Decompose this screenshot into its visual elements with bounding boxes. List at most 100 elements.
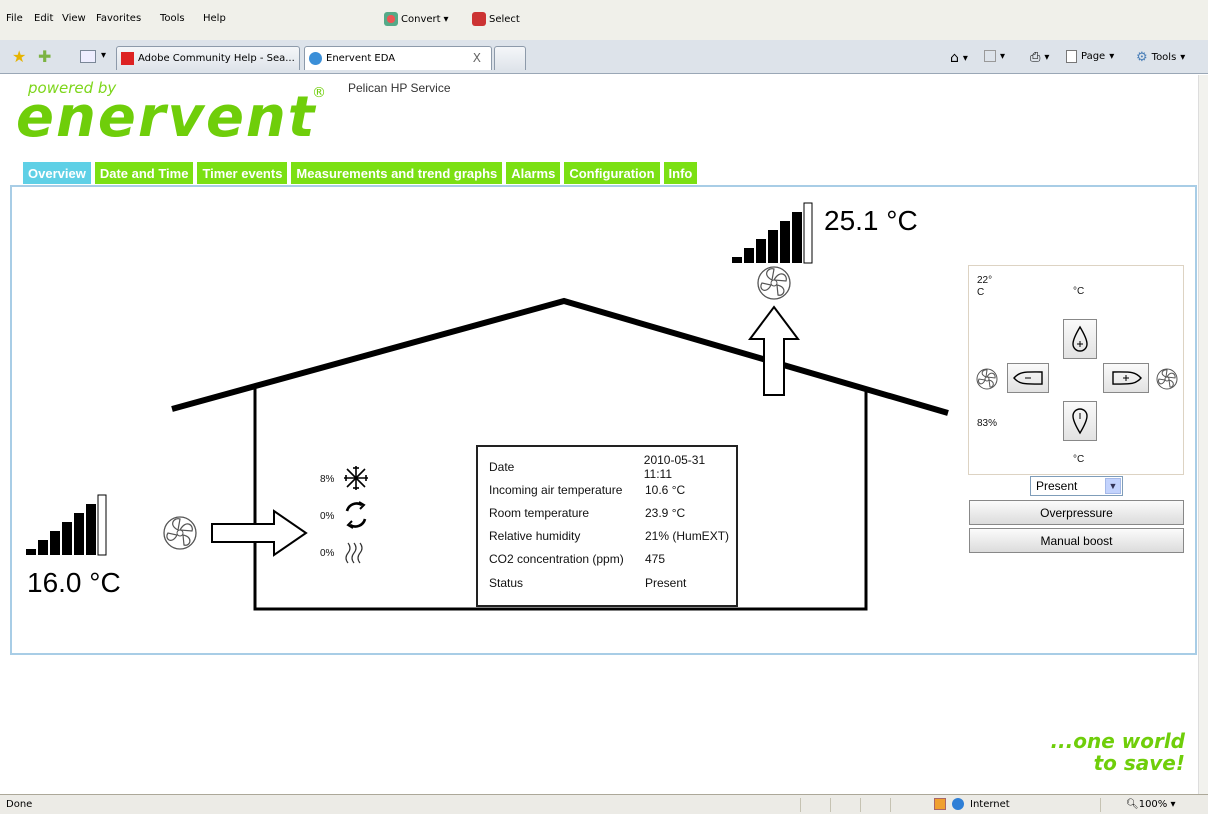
control-panel: 22° C °C °C 83%: [968, 265, 1184, 475]
zoom-value: 100%: [1138, 799, 1168, 810]
fan-level-bar-empty: [803, 202, 813, 264]
exhaust-temperature: 25.1 °C: [824, 205, 918, 236]
fan-level-bar-filled: [86, 504, 96, 555]
new-tab-button[interactable]: [494, 46, 526, 70]
favorites-star-icon[interactable]: ★: [12, 47, 26, 66]
tab-list-icon[interactable]: ▾: [101, 50, 106, 61]
menu-favorites[interactable]: Favorites: [96, 13, 141, 24]
cooling-percentage: 8%: [320, 474, 335, 485]
zoom-level[interactable]: 🔍︎100% ▾: [1126, 799, 1176, 810]
heat-recovery-icon: [345, 501, 367, 529]
tab-measurements[interactable]: Measurements and trend graphs: [291, 162, 503, 184]
convert-button[interactable]: Convert ▾: [384, 10, 449, 28]
chevron-down-icon[interactable]: ▼: [1105, 478, 1121, 494]
fan-level-bar-filled: [62, 522, 72, 555]
fan-low-icon: [976, 368, 998, 390]
browser-menubar: File Edit View Favorites Tools Help Conv…: [0, 0, 1208, 40]
zone-label: Internet: [970, 799, 1010, 810]
info-label: Status: [489, 575, 524, 590]
slogan-line1: ...one world: [1050, 729, 1185, 753]
cooling-snowflake-icon: [344, 466, 368, 490]
convert-label: Convert: [401, 13, 441, 25]
info-label: CO2 concentration (ppm): [489, 552, 624, 567]
web-page: powered by enervent ® Pelican HP Service…: [0, 75, 1198, 794]
temperature-up-button[interactable]: [1063, 319, 1097, 359]
tab-overview[interactable]: Overview: [23, 162, 91, 184]
info-label: Incoming air temperature: [489, 482, 623, 497]
menu-view[interactable]: View: [62, 13, 86, 24]
fan-level-bar-filled: [74, 513, 84, 555]
fan-speed-down-button[interactable]: [1007, 363, 1049, 393]
temperature-unit-bottom: °C: [1073, 454, 1085, 465]
app-navigation: Overview Date and Time Timer events Meas…: [23, 162, 698, 184]
vertical-scrollbar[interactable]: [1198, 75, 1208, 794]
temperature-down-button[interactable]: [1063, 401, 1097, 441]
mode-select[interactable]: Present ▼: [1030, 476, 1123, 496]
info-row-status: Status Present: [489, 571, 736, 594]
info-row-co2: CO2 concentration (ppm) 475: [489, 548, 736, 571]
page-menu-button[interactable]: Page ▾: [1066, 50, 1114, 63]
quick-tabs-icon[interactable]: [80, 50, 96, 63]
manual-boost-button[interactable]: Manual boost: [969, 528, 1184, 553]
menu-tools[interactable]: Tools: [160, 13, 185, 24]
setpoint-unit: C: [977, 287, 985, 298]
tab-date-and-time[interactable]: Date and Time: [94, 162, 194, 184]
heating-percentage: 0%: [320, 548, 335, 559]
dropdown-arrow-icon: ▾: [962, 52, 968, 64]
info-value: 23.9 °C: [645, 505, 686, 520]
print-button[interactable]: ⎙ ▾: [1030, 50, 1049, 65]
drop-plus-icon: [1072, 325, 1088, 352]
supply-fan-icon: [163, 516, 197, 550]
temperature-unit-top: °C: [1073, 286, 1085, 297]
info-row-humidity: Relative humidity 21% (HumEXT): [489, 525, 736, 548]
security-icon[interactable]: [934, 798, 946, 810]
fan-level-bar-filled: [50, 531, 60, 555]
menu-edit[interactable]: Edit: [34, 13, 53, 24]
status-info-box: Date 2010-05-31 11:11 Incoming air temper…: [476, 445, 738, 607]
service-title: Pelican HP Service: [348, 81, 451, 95]
feeds-button[interactable]: ▾: [984, 50, 1005, 62]
overview-panel: 8% 0% 0% 16.0 °C 25.1 °C Date 2010-05-31 …: [10, 185, 1197, 655]
info-row-incoming-air: Incoming air temperature 10.6 °C: [489, 478, 736, 501]
statusbar-divider: [860, 798, 861, 812]
page-icon: [1066, 50, 1077, 63]
tools-menu-label: Tools: [1151, 52, 1177, 63]
fan-speed-up-button[interactable]: [1103, 363, 1149, 393]
close-tab-icon[interactable]: X: [473, 51, 481, 65]
tab-info[interactable]: Info: [663, 162, 698, 184]
status-text: Done: [6, 799, 33, 810]
fan-level-bar-filled: [792, 212, 802, 263]
slogan-line2: to save!: [1093, 751, 1185, 775]
fan-high-icon: [1156, 368, 1178, 390]
feeds-icon: [984, 50, 996, 62]
globe-icon: [952, 798, 964, 810]
browser-tab-enervent[interactable]: Enervent EDA X: [304, 46, 492, 70]
browser-statusbar: Done Internet 🔍︎100% ▾: [0, 794, 1208, 814]
fan-level-bar-filled: [744, 248, 754, 263]
info-value: 2010-05-31 11:11: [643, 452, 706, 481]
tab-timer-events[interactable]: Timer events: [197, 162, 288, 184]
exhaust-arrow-icon: [748, 305, 800, 396]
registered-mark: ®: [312, 85, 326, 101]
info-value: Present: [645, 575, 687, 590]
browser-tabbar: ★ ✚ ▾ Adobe Community Help - Sea... Ener…: [0, 40, 1208, 74]
tools-menu-button[interactable]: ⚙ Tools ▾: [1136, 50, 1185, 65]
info-label: Date: [489, 459, 515, 474]
browser-tab-adobe[interactable]: Adobe Community Help - Sea...: [116, 46, 300, 70]
tab-alarms[interactable]: Alarms: [506, 162, 561, 184]
info-label: Relative humidity: [489, 529, 581, 544]
print-icon: ⎙: [1030, 50, 1041, 65]
menu-help[interactable]: Help: [203, 13, 226, 24]
zoom-icon: 🔍︎: [1126, 799, 1139, 810]
exhaust-fan-level-bars: [732, 202, 813, 264]
home-button[interactable]: ⌂ ▾: [950, 50, 968, 66]
fan-level-bar-filled: [732, 257, 742, 263]
outdoor-temperature: 16.0 °C: [27, 567, 121, 598]
fan-level-bar-filled: [26, 549, 36, 555]
select-button[interactable]: Select: [472, 10, 520, 28]
statusbar-divider: [800, 798, 801, 812]
add-favorites-icon[interactable]: ✚: [38, 47, 51, 66]
overpressure-button[interactable]: Overpressure: [969, 500, 1184, 525]
tab-configuration[interactable]: Configuration: [564, 162, 660, 184]
menu-file[interactable]: File: [6, 13, 23, 24]
